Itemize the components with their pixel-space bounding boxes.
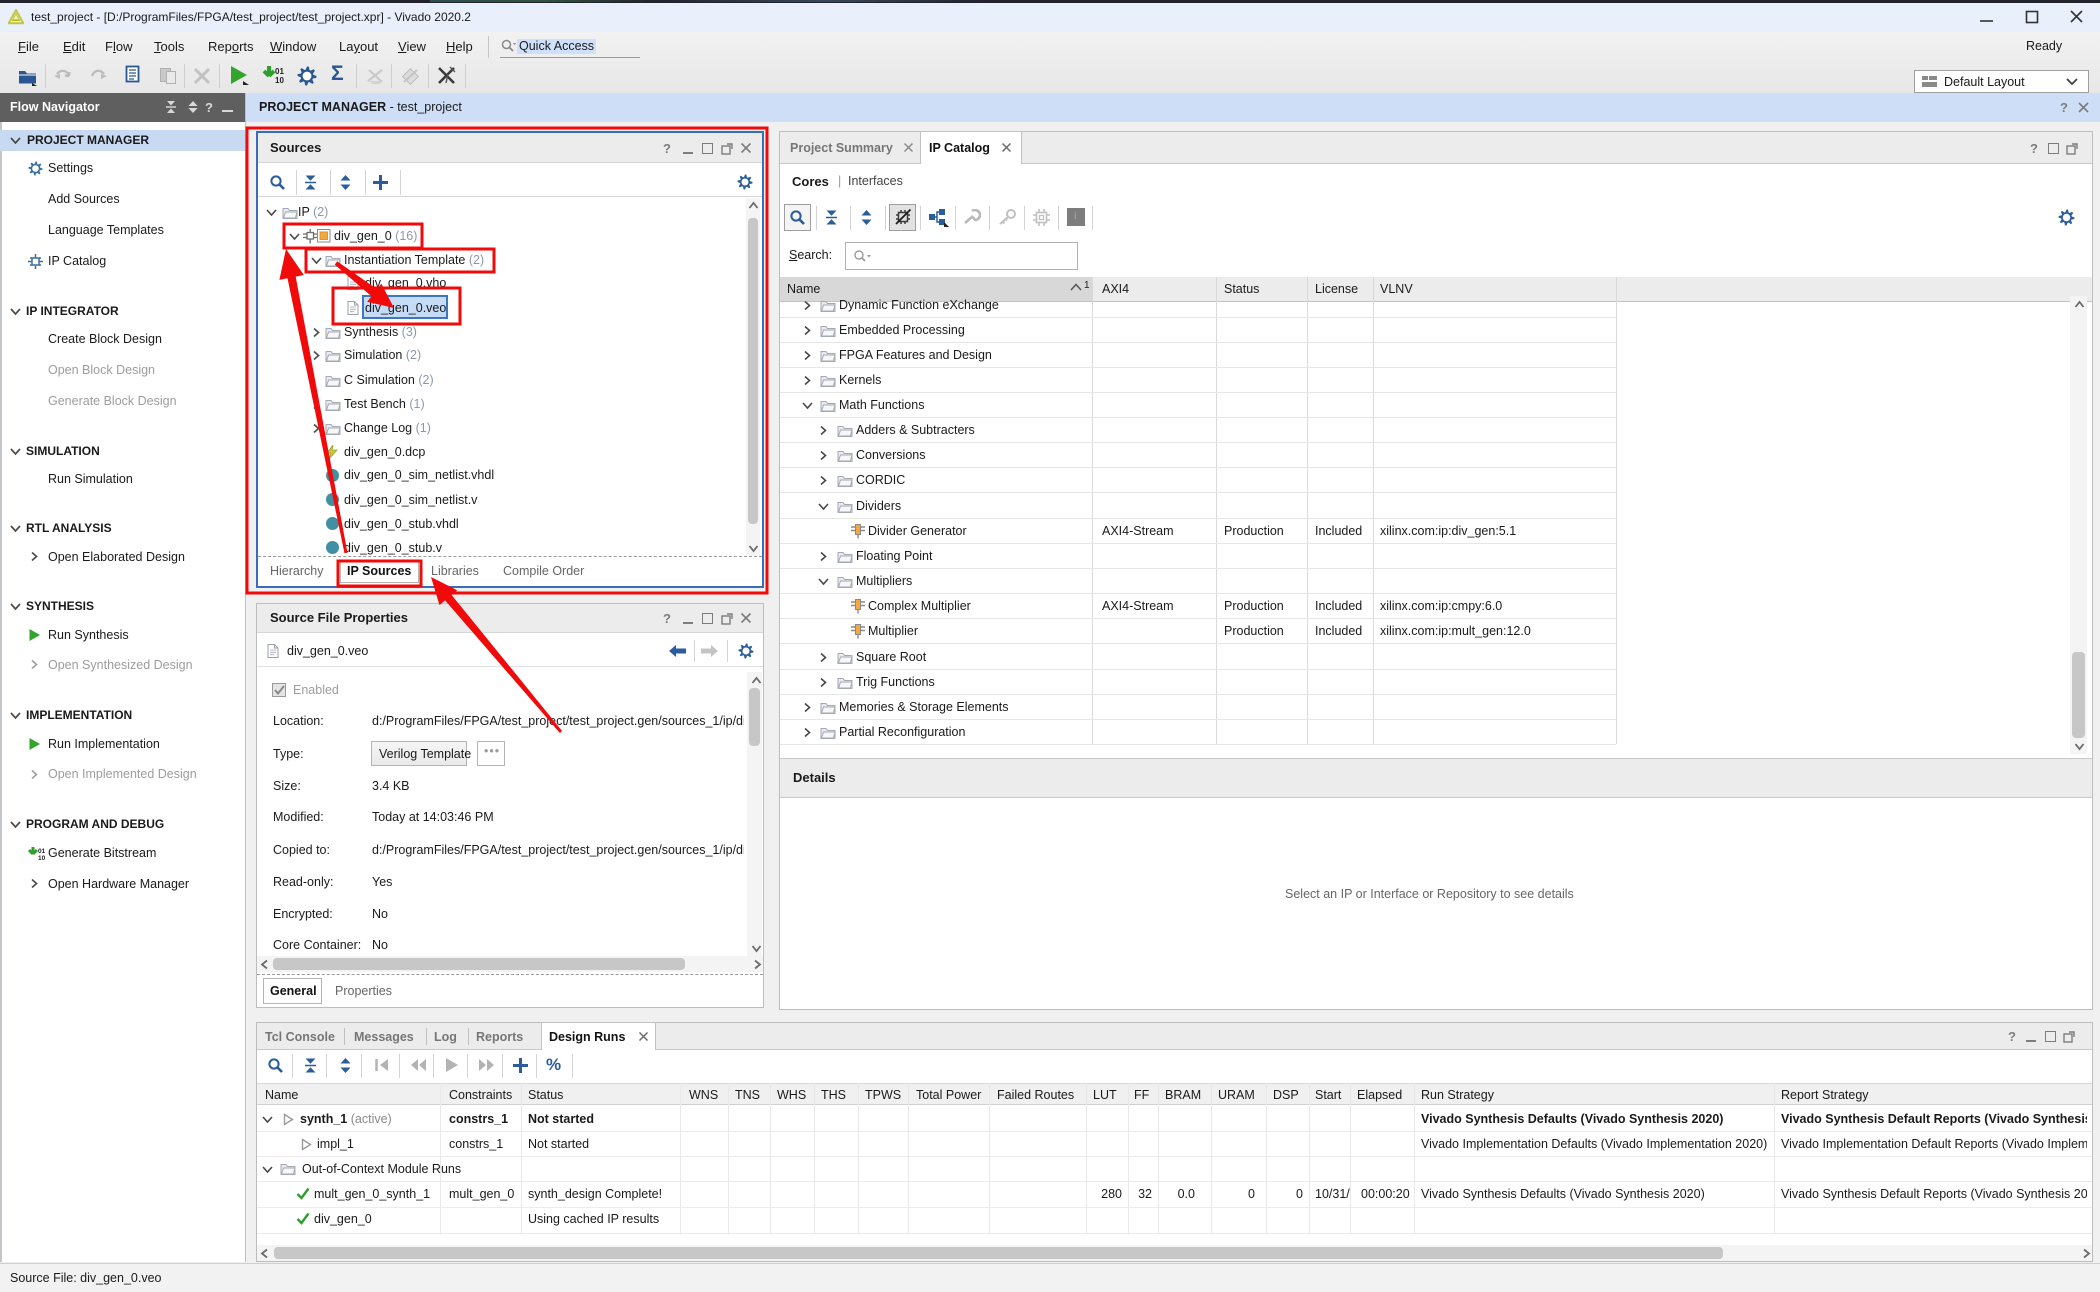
svg-text:01: 01 (38, 848, 46, 855)
svg-text:01: 01 (275, 67, 284, 76)
svg-text:10: 10 (275, 76, 284, 85)
svg-text:10: 10 (38, 855, 46, 862)
